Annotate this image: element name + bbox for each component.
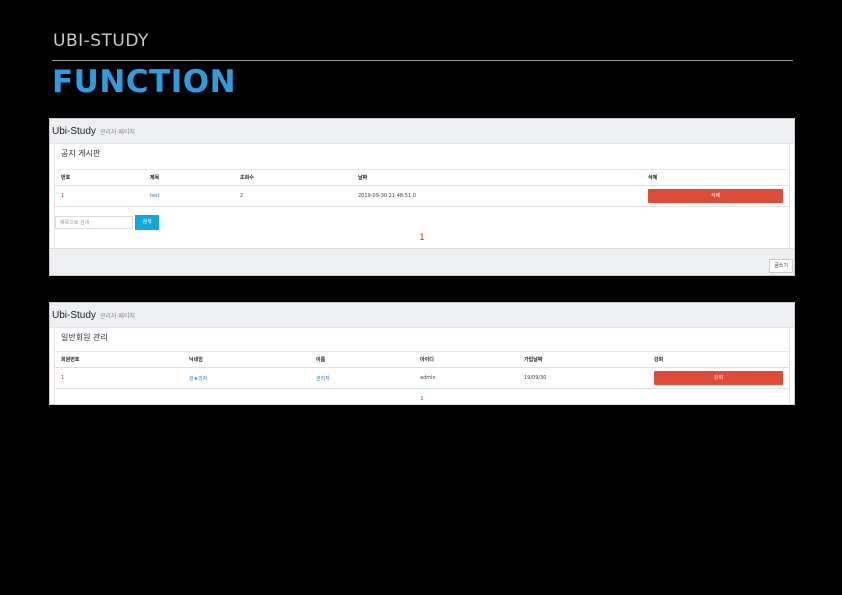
header-subtitle: 관리자 페이지 bbox=[99, 128, 135, 136]
column-header: 날짜 bbox=[352, 169, 642, 186]
slide: UBI-STUDY FUNCTION Ubi-Study 관리자 페이지 공지 … bbox=[24, 0, 818, 595]
member-nickname-link[interactable]: 관★리자 bbox=[183, 367, 310, 389]
admin-header: Ubi-Study 관리자 페이지 bbox=[50, 303, 794, 328]
delete-cell: 삭제 bbox=[642, 185, 789, 207]
header-subtitle: 관리자 페이지 bbox=[99, 312, 135, 320]
panel-title: 공지 게시판 bbox=[61, 149, 101, 158]
post-title-link[interactable]: test bbox=[144, 185, 234, 207]
eyebrow-title: UBI-STUDY bbox=[53, 31, 149, 51]
title-divider bbox=[52, 60, 793, 61]
kick-cell: 강퇴 bbox=[648, 367, 789, 389]
column-header: 조회수 bbox=[234, 169, 352, 186]
column-header: 강퇴 bbox=[648, 351, 789, 368]
search-button[interactable]: 검색 bbox=[135, 215, 159, 230]
member-table: 회원번호 닉네임 이름 아이디 가입날짜 강퇴 1 관★리자 관리자 admin bbox=[55, 351, 789, 389]
member-name: 관리자 bbox=[310, 367, 414, 389]
table-row: 1 관★리자 관리자 admin 19/09/30 강퇴 bbox=[55, 367, 789, 389]
table-row: 1 test 2 2019-09-30 21:48:51.0 삭제 bbox=[55, 185, 789, 207]
search-input[interactable]: 제목으로 검색 bbox=[55, 216, 133, 229]
view-count: 2 bbox=[234, 185, 352, 207]
join-date: 19/09/30 bbox=[518, 367, 648, 389]
table-header-row: 회원번호 닉네임 이름 아이디 가입날짜 강퇴 bbox=[55, 351, 789, 368]
admin-footer: 글쓰기 bbox=[50, 248, 794, 275]
member-id: admin bbox=[414, 367, 518, 389]
member-management-screenshot: Ubi-Study 관리자 페이지 일반회원 관리 회원번호 닉네임 이름 아이… bbox=[49, 302, 795, 405]
notice-board-screenshot: Ubi-Study 관리자 페이지 공지 게시판 번호 제목 조회수 날짜 삭제 bbox=[49, 118, 795, 276]
column-header: 번호 bbox=[55, 169, 144, 186]
pagination-current[interactable]: 1 bbox=[55, 396, 789, 402]
search-bar: 제목으로 검색 검색 bbox=[55, 215, 159, 230]
brand-logo[interactable]: Ubi-Study bbox=[52, 126, 96, 137]
admin-header: Ubi-Study 관리자 페이지 bbox=[50, 119, 794, 144]
member-number: 1 bbox=[55, 367, 183, 389]
column-header: 삭제 bbox=[642, 169, 789, 186]
post-date: 2019-09-30 21:48:51.0 bbox=[352, 185, 642, 207]
table-header-row: 번호 제목 조회수 날짜 삭제 bbox=[55, 169, 789, 186]
headline: FUNCTION bbox=[52, 64, 237, 100]
column-header: 제목 bbox=[144, 169, 234, 186]
column-header: 회원번호 bbox=[55, 351, 183, 368]
post-number: 1 bbox=[55, 185, 144, 207]
write-button[interactable]: 글쓰기 bbox=[769, 259, 793, 273]
notice-table: 번호 제목 조회수 날짜 삭제 1 test 2 2019-09-30 21:4… bbox=[55, 169, 789, 207]
brand-logo[interactable]: Ubi-Study bbox=[52, 310, 96, 321]
delete-button[interactable]: 삭제 bbox=[648, 189, 783, 203]
member-panel: 일반회원 관리 회원번호 닉네임 이름 아이디 가입날짜 강퇴 1 관★리자 관… bbox=[54, 327, 790, 405]
panel-title: 일반회원 관리 bbox=[61, 333, 108, 342]
column-header: 닉네임 bbox=[183, 351, 310, 368]
column-header: 이름 bbox=[310, 351, 414, 368]
pagination-current[interactable]: 1 bbox=[50, 233, 794, 243]
kick-button[interactable]: 강퇴 bbox=[654, 371, 783, 385]
column-header: 가입날짜 bbox=[518, 351, 648, 368]
column-header: 아이디 bbox=[414, 351, 518, 368]
